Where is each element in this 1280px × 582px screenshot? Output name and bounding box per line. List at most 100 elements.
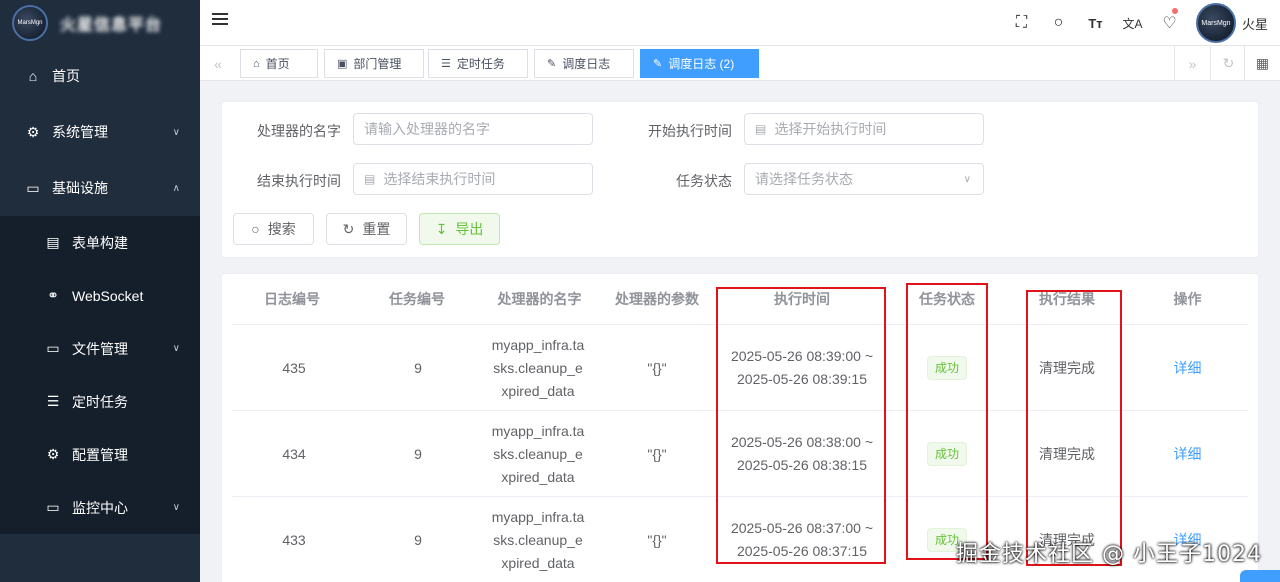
folder-icon: ▭	[46, 340, 60, 356]
tab-job-log-2[interactable]: ✎ 调度日志 (2)	[640, 49, 759, 78]
tags-scroll-left-icon[interactable]: «	[200, 46, 236, 81]
tab-jobs[interactable]: ☰ 定时任务	[428, 49, 528, 78]
detail-link[interactable]: 详细	[1174, 443, 1202, 466]
link-icon: ⚭	[47, 287, 59, 303]
sidebar-item-label: 定时任务	[72, 393, 128, 410]
refresh-icon[interactable]: ↻	[1210, 46, 1246, 81]
task-list-icon: ☰	[46, 393, 60, 409]
sidebar-item-label: 表单构建	[72, 234, 128, 251]
refresh-icon: ↻	[342, 220, 355, 237]
back-to-top-button[interactable]	[1240, 570, 1280, 582]
tab-label: 首页	[265, 57, 290, 71]
sidebar-item-label: 系统管理	[52, 124, 108, 140]
detail-link[interactable]: 详细	[1174, 357, 1202, 380]
cell-job-id: 9	[414, 359, 422, 376]
task-list-icon: ☰	[441, 58, 451, 70]
tags-scroll-right-icon[interactable]: »	[1174, 46, 1210, 81]
sidebar-item-jobs[interactable]: ☰ 定时任务	[0, 375, 200, 428]
sidebar-item-infra[interactable]: ▭ 基础设施 ∧	[0, 160, 200, 216]
tags-view: « ⌂ 首页 ▣ 部门管理 ☰ 定时任务 ✎ 调度日志 ✎ 调度日志 (2) »…	[200, 46, 1280, 81]
tab-label: 定时任务	[456, 57, 505, 71]
end-time-label: 结束执行时间	[257, 173, 341, 189]
chevron-down-icon: ∨	[963, 173, 971, 185]
logo-icon: MarsMgn	[12, 5, 48, 41]
cell-actions: 详细	[1127, 325, 1248, 411]
monitor-icon: ▭	[46, 499, 60, 515]
reset-button[interactable]: ↻ 重置	[326, 213, 407, 245]
translate-icon[interactable]: 文A	[1114, 0, 1151, 46]
search-button-label: 搜索	[267, 221, 296, 237]
handler-input[interactable]: 请输入处理器的名字	[353, 113, 593, 145]
monitor-icon: ▭	[26, 179, 40, 196]
cell-job-id: 9	[414, 445, 422, 462]
tab-label: 部门管理	[353, 57, 402, 71]
fullscreen-icon[interactable]: ⛶	[1003, 0, 1040, 46]
cell-handler: myapp_infra.tasks.cleanup_expired_data	[491, 508, 585, 571]
sidebar-item-label: 文件管理	[72, 340, 128, 357]
search-icon[interactable]: ○	[1040, 0, 1077, 46]
user-name: 火星	[1241, 16, 1268, 32]
chevron-up-icon: ∧	[172, 182, 180, 194]
header-tools: ⛶ ○ Tт 文A ♡ MarsMgn 火星	[1003, 0, 1280, 46]
sidebar-item-form-builder[interactable]: ▤ 表单构建	[0, 216, 200, 269]
chevron-down-icon: ∨	[172, 343, 180, 354]
calendar-icon: ▤	[364, 172, 376, 186]
highlight-box-result	[1026, 290, 1122, 566]
watermark: 掘金技术社区 @ 小王子1024	[956, 542, 1262, 567]
handler-placeholder: 请输入处理器的名字	[364, 121, 490, 137]
calendar-icon: ▤	[755, 122, 767, 136]
sidebar-item-monitor[interactable]: ▭ 监控中心 ∨	[0, 481, 200, 534]
gear-icon: ⚙	[26, 123, 40, 140]
col-log-id: 日志编号	[264, 291, 320, 307]
start-time-placeholder: 选择开始执行时间	[774, 121, 887, 137]
sidebar-logo[interactable]: MarsMgn 火星信息平台	[0, 0, 200, 46]
edit-icon: ✎	[547, 58, 557, 70]
start-time-picker[interactable]: ▤ 选择开始执行时间	[744, 113, 984, 145]
cell-params: "{}"	[647, 445, 667, 462]
handler-label: 处理器的名字	[257, 123, 341, 139]
tab-job-log[interactable]: ✎ 调度日志	[534, 49, 634, 78]
brand-title: 火星信息平台	[60, 17, 163, 34]
bell-icon[interactable]: ♡	[1151, 0, 1188, 46]
col-actions: 操作	[1173, 291, 1202, 307]
sidebar-item-files[interactable]: ▭ 文件管理 ∨	[0, 322, 200, 375]
tab-dept[interactable]: ▣ 部门管理	[324, 49, 424, 78]
tab-home[interactable]: ⌂ 首页	[240, 49, 318, 78]
user-menu[interactable]: MarsMgn 火星	[1188, 3, 1280, 43]
status-placeholder: 请选择任务状态	[755, 171, 853, 187]
cell-params: "{}"	[647, 531, 667, 548]
export-button[interactable]: ↧ 导出	[419, 213, 500, 245]
sidebar-item-system[interactable]: ⚙ 系统管理 ∨	[0, 104, 200, 160]
grid-menu-icon[interactable]: ▦	[1244, 46, 1280, 81]
cell-job-id: 9	[414, 531, 422, 548]
hamburger-icon[interactable]	[212, 13, 228, 29]
sidebar-item-home[interactable]: ⌂ 首页	[0, 48, 200, 104]
chevron-down-icon: ∨	[172, 126, 180, 138]
cell-params: "{}"	[647, 359, 667, 376]
col-job-id: 任务编号	[389, 291, 445, 307]
notification-dot	[1171, 8, 1178, 14]
export-button-label: 导出	[455, 221, 484, 237]
cell-handler: myapp_infra.tasks.cleanup_expired_data	[491, 422, 585, 485]
cell-actions: 详细	[1127, 411, 1248, 497]
end-time-picker[interactable]: ▤ 选择结束执行时间	[353, 163, 593, 195]
search-button[interactable]: ○ 搜索	[233, 213, 314, 245]
status-label: 任务状态	[676, 173, 732, 189]
font-size-icon[interactable]: Tт	[1077, 0, 1114, 46]
cell-log-id: 434	[282, 445, 306, 462]
end-time-placeholder: 选择结束执行时间	[383, 171, 496, 187]
chevron-down-icon: ∨	[172, 502, 180, 513]
sidebar-item-label: WebSocket	[72, 287, 144, 304]
bell-glyph: ♡	[1162, 15, 1177, 32]
top-header: ⛶ ○ Tт 文A ♡ MarsMgn 火星	[200, 0, 1280, 46]
sidebar-item-label: 首页	[52, 68, 80, 84]
sidebar-item-label: 基础设施	[52, 180, 108, 196]
home-icon: ⌂	[28, 68, 38, 84]
sidebar-item-websocket[interactable]: ⚭ WebSocket	[0, 269, 200, 322]
highlight-box-exec-time	[716, 287, 886, 564]
cell-log-id: 433	[282, 531, 306, 548]
search-form-card: 处理器的名字 请输入处理器的名字 开始执行时间 ▤ 选择开始执行时间 结束执行时…	[221, 101, 1259, 258]
sidebar-item-config[interactable]: ⚙ 配置管理	[0, 428, 200, 481]
status-select[interactable]: 请选择任务状态 ∨	[744, 163, 984, 195]
home-icon: ⌂	[253, 57, 260, 70]
